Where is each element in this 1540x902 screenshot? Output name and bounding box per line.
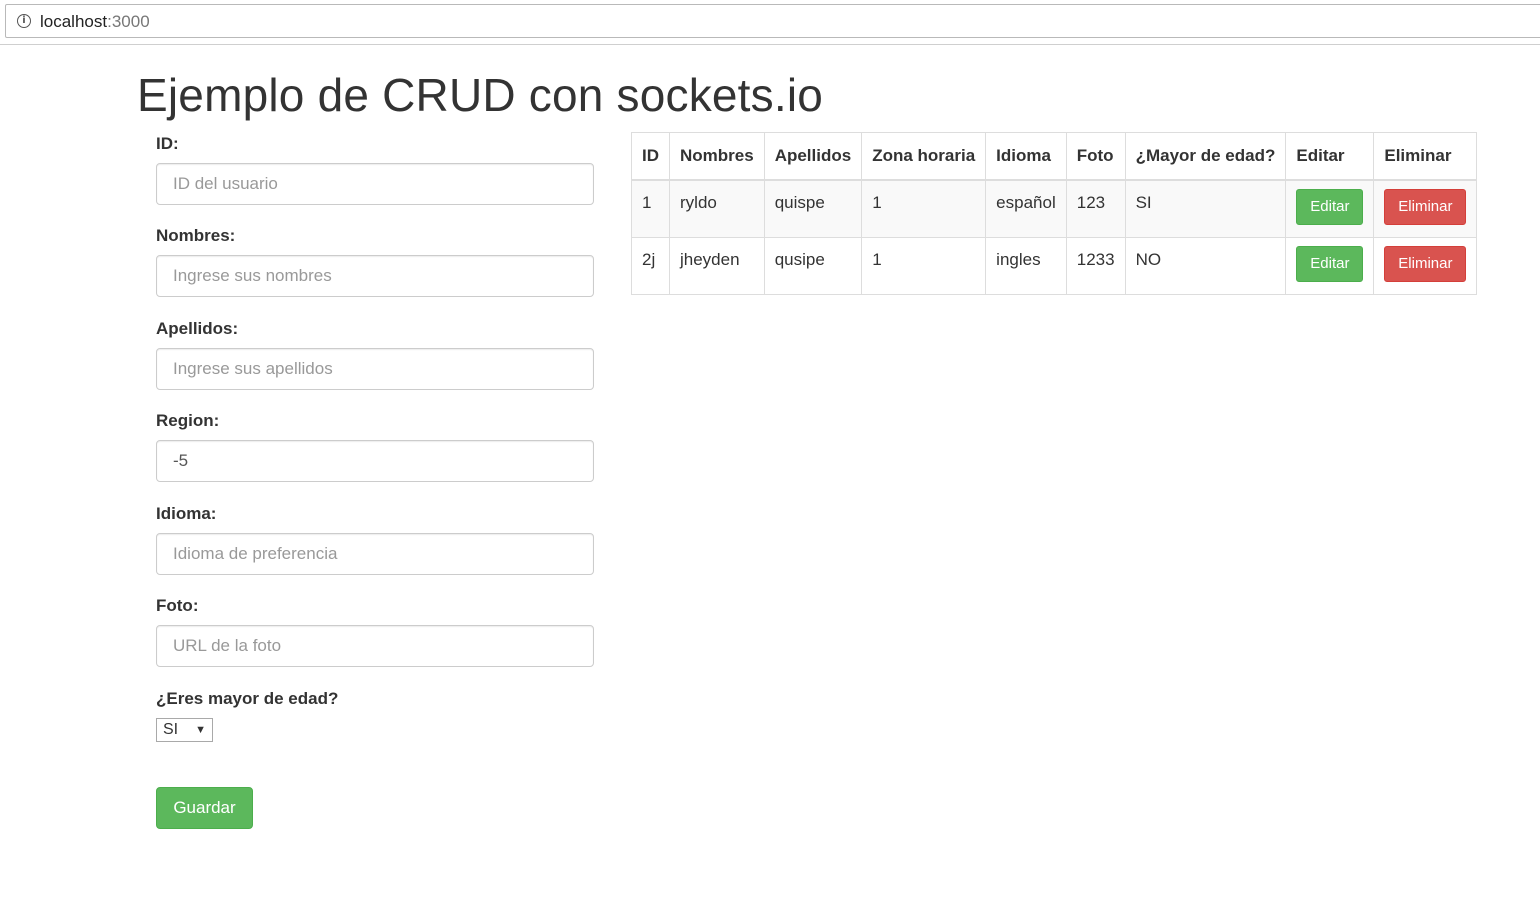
cell-mayor: NO [1124,236,1287,295]
col-eliminar: Eliminar [1373,132,1478,181]
delete-button[interactable]: Eliminar [1384,245,1467,282]
users-table: ID Nombres Apellidos Zona horaria Idioma… [631,132,1478,295]
url-host: localhost [40,12,108,31]
cell-id: 2j [631,236,670,295]
nombres-input[interactable] [156,255,594,297]
cell-nombres: ryldo [669,179,765,238]
region-input[interactable] [156,440,594,482]
edit-button[interactable]: Editar [1296,189,1364,225]
cell-nombres: jheyden [669,236,765,295]
col-mayor: ¿Mayor de edad? [1124,132,1287,181]
cell-zona: 1 [861,236,987,295]
cell-idioma: ingles [985,236,1067,295]
id-label: ID: [156,134,179,153]
apellidos-label: Apellidos: [156,319,239,338]
delete-button[interactable]: Eliminar [1384,189,1467,225]
idioma-label: Idioma: [156,504,217,523]
mayor-select[interactable]: SI ▼ [156,718,213,742]
cell-edit: Editar [1285,179,1375,238]
cell-id: 1 [631,179,670,238]
region-label: Region: [156,411,220,430]
cell-apellidos: quispe [763,179,863,238]
edit-button[interactable]: Editar [1296,245,1364,282]
cell-foto: 123 [1065,179,1126,238]
chevron-down-icon: ▼ [195,724,206,736]
page-title: Ejemplo de CRUD con sockets.io [137,69,824,121]
cell-zona: 1 [861,179,987,238]
foto-input[interactable] [156,625,594,667]
foto-label: Foto: [156,596,199,615]
col-apellidos: Apellidos [763,132,863,181]
info-icon[interactable]: i [17,14,31,28]
browser-toolbar: i localhost:3000 [0,0,1540,45]
cell-foto: 1233 [1065,236,1126,295]
col-nombres: Nombres [669,132,765,181]
col-zona: Zona horaria [861,132,987,181]
cell-apellidos: qusipe [763,236,863,295]
address-bar[interactable]: i localhost:3000 [5,4,1540,38]
col-id: ID [631,132,670,181]
mayor-select-value: SI [163,721,179,738]
col-editar: Editar [1285,132,1375,181]
table-header-row: ID Nombres Apellidos Zona horaria Idioma… [631,132,1478,181]
cell-delete: Eliminar [1373,236,1478,295]
cell-idioma: español [985,179,1067,238]
table-row: 2j jheyden qusipe 1 ingles 1233 NO Edita… [631,236,1478,295]
url-port: :3000 [107,12,150,31]
col-idioma: Idioma [985,132,1067,181]
idioma-input[interactable] [156,533,594,575]
nombres-label: Nombres: [156,226,236,245]
cell-edit: Editar [1285,236,1375,295]
mayor-label: ¿Eres mayor de edad? [156,689,339,708]
apellidos-input[interactable] [156,348,594,390]
cell-delete: Eliminar [1373,179,1478,238]
cell-mayor: SI [1124,179,1287,238]
table-row: 1 ryldo quispe 1 español 123 SI Editar E… [631,179,1478,238]
id-input[interactable] [156,163,594,205]
save-button[interactable]: Guardar [156,787,253,829]
col-foto: Foto [1065,132,1126,181]
url-text[interactable]: localhost:3000 [40,12,150,32]
